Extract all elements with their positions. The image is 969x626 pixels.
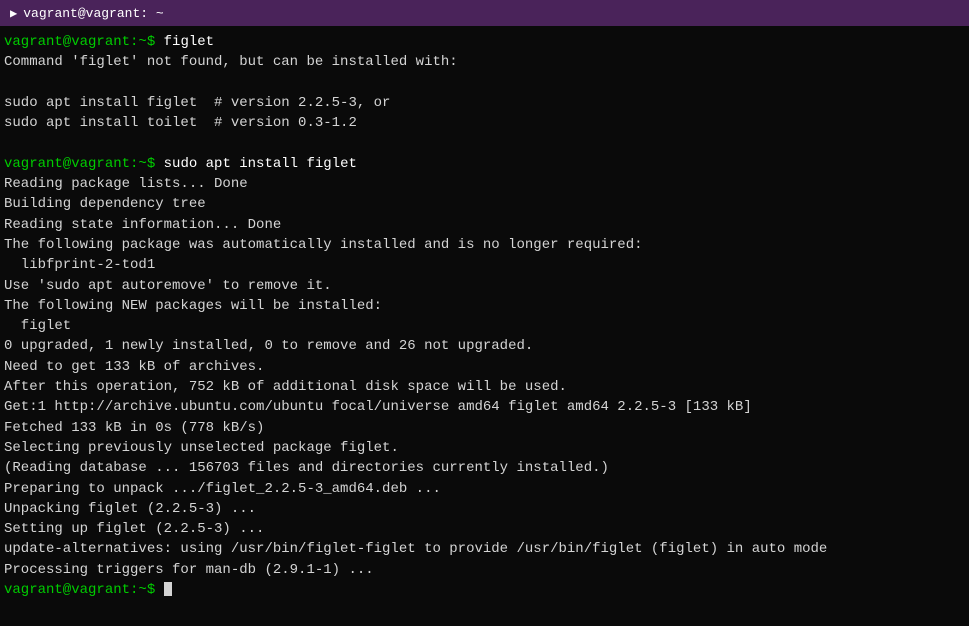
prompt-text: vagrant@vagrant:~$ — [4, 34, 164, 50]
output-text: Setting up figlet (2.2.5-3) ... — [4, 521, 264, 537]
terminal-line: 0 upgraded, 1 newly installed, 0 to remo… — [4, 336, 965, 356]
terminal-line: vagrant@vagrant:~$ figlet — [4, 32, 965, 52]
terminal-line: The following package was automatically … — [4, 235, 965, 255]
terminal-line: The following NEW packages will be insta… — [4, 296, 965, 316]
output-text: Use 'sudo apt autoremove' to remove it. — [4, 278, 332, 294]
output-text: Fetched 133 kB in 0s (778 kB/s) — [4, 420, 264, 436]
cursor — [164, 582, 172, 596]
terminal-line: Preparing to unpack .../figlet_2.2.5-3_a… — [4, 479, 965, 499]
terminal-line: Selecting previously unselected package … — [4, 438, 965, 458]
output-text: After this operation, 752 kB of addition… — [4, 379, 567, 395]
terminal-line: Fetched 133 kB in 0s (778 kB/s) — [4, 418, 965, 438]
terminal-line: Need to get 133 kB of archives. — [4, 357, 965, 377]
output-text: Reading package lists... Done — [4, 176, 248, 192]
output-text: The following package was automatically … — [4, 237, 643, 253]
output-text: Reading state information... Done — [4, 217, 281, 233]
terminal-window[interactable]: vagrant@vagrant:~$ figlet Command 'figlet… — [0, 26, 969, 626]
terminal-line: Reading state information... Done — [4, 215, 965, 235]
terminal-line: sudo apt install figlet # version 2.2.5-… — [4, 93, 965, 113]
terminal-line: Command 'figlet' not found, but can be i… — [4, 52, 965, 72]
output-text: Processing triggers for man-db (2.9.1-1)… — [4, 562, 374, 578]
output-text: (Reading database ... 156703 files and d… — [4, 460, 609, 476]
output-text: update-alternatives: using /usr/bin/figl… — [4, 541, 827, 557]
terminal-line: Setting up figlet (2.2.5-3) ... — [4, 519, 965, 539]
output-text: Preparing to unpack .../figlet_2.2.5-3_a… — [4, 481, 441, 497]
terminal-line — [4, 133, 965, 153]
terminal-line: (Reading database ... 156703 files and d… — [4, 458, 965, 478]
title-bar-text: vagrant@vagrant: ~ — [23, 6, 163, 21]
output-text: libfprint-2-tod1 — [4, 257, 155, 273]
title-bar: ▶ vagrant@vagrant: ~ — [0, 0, 969, 26]
terminal-line: Get:1 http://archive.ubuntu.com/ubuntu f… — [4, 397, 965, 417]
terminal-line: libfprint-2-tod1 — [4, 255, 965, 275]
terminal-line: vagrant@vagrant:~$ — [4, 580, 965, 600]
terminal-line: Unpacking figlet (2.2.5-3) ... — [4, 499, 965, 519]
terminal-line: Building dependency tree — [4, 194, 965, 214]
terminal-line: vagrant@vagrant:~$ sudo apt install figl… — [4, 154, 965, 174]
terminal-icon: ▶ — [10, 6, 17, 21]
output-text: The following NEW packages will be insta… — [4, 298, 382, 314]
output-text: sudo apt install toilet # version 0.3-1.… — [4, 115, 357, 131]
output-text: Selecting previously unselected package … — [4, 440, 399, 456]
terminal-line: Use 'sudo apt autoremove' to remove it. — [4, 276, 965, 296]
output-text: Get:1 http://archive.ubuntu.com/ubuntu f… — [4, 399, 752, 415]
output-text: Need to get 133 kB of archives. — [4, 359, 264, 375]
output-text: sudo apt install figlet # version 2.2.5-… — [4, 95, 390, 111]
terminal-line — [4, 73, 965, 93]
terminal-line: Reading package lists... Done — [4, 174, 965, 194]
prompt-text: vagrant@vagrant:~$ — [4, 156, 164, 172]
command-text: sudo apt install figlet — [164, 156, 357, 172]
output-text: figlet — [4, 318, 71, 334]
prompt-text: vagrant@vagrant:~$ — [4, 582, 164, 598]
terminal-line: Processing triggers for man-db (2.9.1-1)… — [4, 560, 965, 580]
terminal-line: sudo apt install toilet # version 0.3-1.… — [4, 113, 965, 133]
terminal-line: update-alternatives: using /usr/bin/figl… — [4, 539, 965, 559]
output-text: 0 upgraded, 1 newly installed, 0 to remo… — [4, 338, 533, 354]
output-text: Unpacking figlet (2.2.5-3) ... — [4, 501, 256, 517]
output-text: Command 'figlet' not found, but can be i… — [4, 54, 458, 70]
terminal-line: After this operation, 752 kB of addition… — [4, 377, 965, 397]
output-text: Building dependency tree — [4, 196, 206, 212]
terminal-line: figlet — [4, 316, 965, 336]
command-text: figlet — [164, 34, 214, 50]
